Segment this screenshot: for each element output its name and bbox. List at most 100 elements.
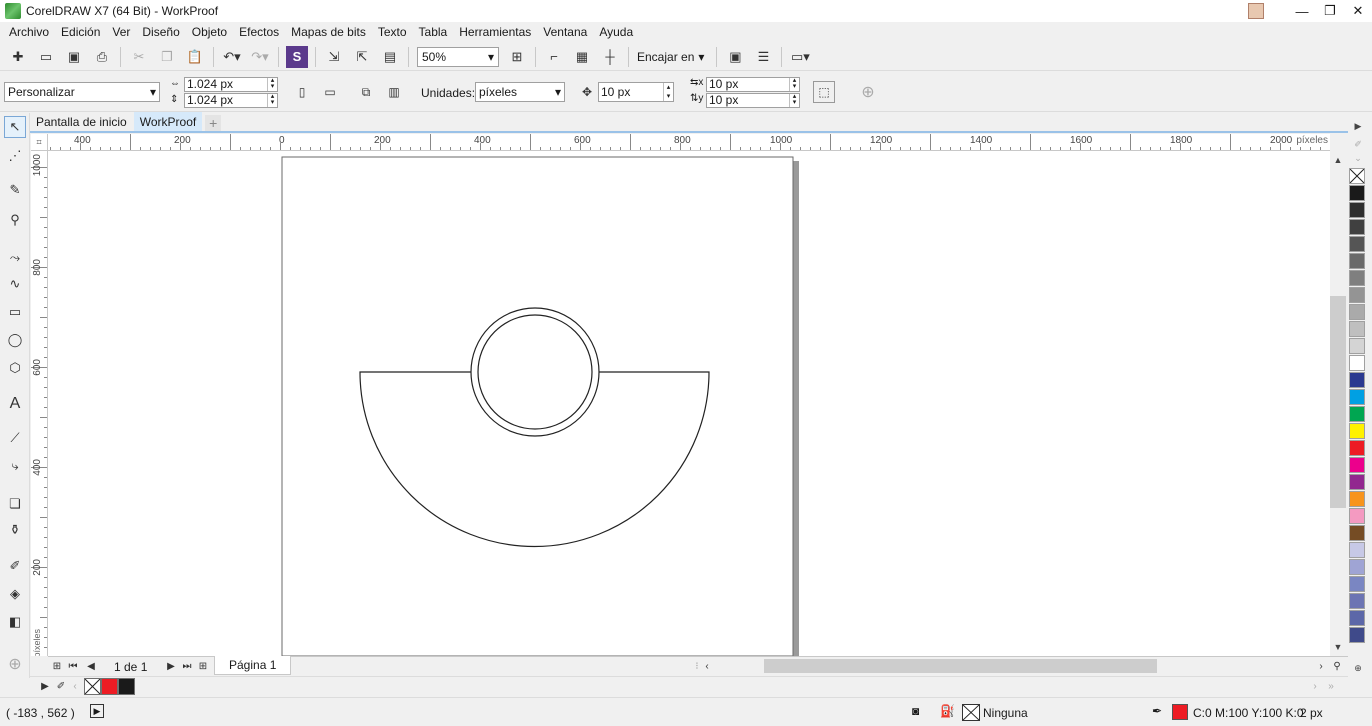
palette-scroll-up-icon[interactable]: ▶ [1350, 119, 1366, 133]
page-border-icon[interactable]: ⬚ [813, 81, 835, 103]
menu-edicion[interactable]: Edición [56, 25, 105, 39]
doc-palette-expand-icon[interactable]: » [1324, 679, 1338, 693]
all-pages-icon[interactable]: ⧉ [355, 81, 377, 103]
scroll-down-icon[interactable]: ▼ [1330, 640, 1346, 654]
close-button[interactable]: ✕ [1344, 0, 1372, 22]
paste-icon[interactable]: 📋 [184, 46, 206, 68]
shape-tool-icon[interactable]: ⋰ [4, 145, 26, 167]
palette-swatch[interactable] [1349, 202, 1365, 218]
tab-home[interactable]: Pantalla de inicio [30, 112, 133, 131]
freehand-tool-icon[interactable]: ⤳ [4, 247, 26, 269]
palette-swatch[interactable] [1349, 440, 1365, 456]
zoom-navigator-icon[interactable]: ⚲ [1330, 659, 1344, 673]
last-page-icon[interactable]: ⏭ [180, 659, 194, 673]
previous-page-icon[interactable]: ◀ [84, 659, 98, 673]
menu-mapas-de-bits[interactable]: Mapas de bits [286, 25, 371, 39]
menu-herramientas[interactable]: Herramientas [454, 25, 536, 39]
dimension-tool-icon[interactable]: ⟋ [4, 427, 26, 449]
palette-swatch[interactable] [1349, 355, 1365, 371]
palette-swatch[interactable] [1349, 219, 1365, 235]
search-content-icon[interactable]: S [286, 45, 308, 68]
vertical-ruler[interactable]: 1000 800 600 400 200 píxeles [31, 151, 48, 656]
nudge-distance-input[interactable]: 10 px ▴ ▾ [598, 82, 674, 102]
palette-swatch[interactable] [1349, 576, 1365, 592]
palette-scroll-down-icon[interactable]: ⊕ [1350, 661, 1366, 675]
palette-swatch[interactable] [1349, 372, 1365, 388]
page-width-input[interactable]: 1.024 px ▴ ▾ [184, 77, 278, 92]
doc-palette-menu-icon[interactable]: ▶ [38, 679, 52, 693]
doc-palette-scroll-right-icon[interactable]: › [1308, 679, 1322, 693]
add-page-after-icon[interactable]: ⊞ [196, 659, 210, 673]
save-icon[interactable]: ▣ [63, 46, 85, 68]
outline-pen-icon[interactable]: ✒ [1152, 704, 1162, 718]
page-tab-1[interactable]: Página 1 [214, 656, 292, 675]
menu-ayuda[interactable]: Ayuda [594, 25, 638, 39]
drawing-canvas[interactable] [48, 151, 1330, 656]
palette-swatch[interactable] [1349, 457, 1365, 473]
landscape-icon[interactable]: ▭ [319, 81, 341, 103]
fill-bucket-icon[interactable]: ⛽ [940, 704, 955, 718]
undo-icon[interactable]: ↶▾ [221, 46, 243, 68]
doc-palette-arrow-icon[interactable]: ‹ [68, 679, 82, 693]
palette-swatch[interactable] [1349, 287, 1365, 303]
menu-diseno[interactable]: Diseño [137, 25, 184, 39]
copy-icon[interactable]: ❐ [156, 46, 178, 68]
connector-tool-icon[interactable]: ⤷ [4, 455, 26, 477]
page-height-input[interactable]: 1.024 px ▴ ▾ [184, 93, 278, 108]
fill-none-swatch[interactable] [962, 704, 980, 721]
add-tab-button[interactable]: + [205, 115, 222, 131]
palette-swatch[interactable] [1349, 525, 1365, 541]
menu-objeto[interactable]: Objeto [187, 25, 232, 39]
vertical-scrollbar[interactable]: ▲ ▼ [1330, 151, 1348, 656]
doc-no-color-swatch[interactable] [84, 678, 101, 695]
menu-efectos[interactable]: Efectos [234, 25, 284, 39]
inner-circle-shape[interactable] [477, 314, 593, 430]
drop-shadow-icon[interactable]: ❏ [4, 493, 26, 515]
duplicate-y-input[interactable]: 10 px ▴ ▾ [706, 93, 800, 108]
doc-swatch-red[interactable] [101, 678, 118, 695]
units-combo[interactable]: píxeles ▾ [475, 82, 565, 102]
palette-swatch[interactable] [1349, 559, 1365, 575]
menu-archivo[interactable]: Archivo [4, 25, 54, 39]
palette-swatch[interactable] [1349, 423, 1365, 439]
show-grid-icon[interactable]: ▦ [571, 46, 593, 68]
eyedropper-tool-icon[interactable]: ✐ [4, 555, 26, 577]
show-rulers-icon[interactable]: ⌐ [543, 46, 565, 68]
doc-swatch-black[interactable] [118, 678, 135, 695]
palette-swatch[interactable] [1349, 491, 1365, 507]
zoom-tool-icon[interactable]: ⚲ [4, 209, 26, 231]
polygon-tool-icon[interactable]: ⬡ [4, 357, 26, 379]
portrait-icon[interactable]: ▯ [291, 81, 313, 103]
new-document-icon[interactable]: ✚ [7, 46, 29, 68]
add-icon[interactable]: ⊕ [857, 81, 879, 103]
menu-texto[interactable]: Texto [373, 25, 412, 39]
menu-ver[interactable]: Ver [107, 25, 135, 39]
status-arrow-icon[interactable]: ▶ [90, 704, 104, 718]
scroll-right-icon[interactable]: › [1314, 659, 1328, 673]
welcome-screen-icon[interactable]: ▣ [724, 46, 746, 68]
menu-tabla[interactable]: Tabla [414, 25, 453, 39]
palette-swatch[interactable] [1349, 270, 1365, 286]
palette-swatch[interactable] [1349, 338, 1365, 354]
palette-swatch[interactable] [1349, 304, 1365, 320]
palette-swatch[interactable] [1349, 474, 1365, 490]
publish-pdf-icon[interactable]: ▤ [379, 46, 401, 68]
palette-swatch[interactable] [1349, 321, 1365, 337]
palette-swatch[interactable] [1349, 406, 1365, 422]
snap-to-dropdown[interactable]: Encajar en [633, 50, 698, 64]
application-launcher-icon[interactable]: ▭▾ [789, 46, 811, 68]
pick-tool-icon[interactable]: ↖ [4, 116, 26, 138]
zoom-level-combo[interactable]: 50% ▾ [417, 46, 499, 67]
add-page-before-icon[interactable]: ⊞ [50, 659, 64, 673]
tab-workproof[interactable]: WorkProof [133, 112, 203, 131]
ellipse-tool-icon[interactable]: ◯ [4, 329, 26, 351]
palette-swatch[interactable] [1349, 627, 1365, 643]
transparency-tool-icon[interactable]: ⚱ [4, 519, 26, 541]
palette-swatch[interactable] [1349, 593, 1365, 609]
horizontal-ruler[interactable]: 400 200 0 200 400 600 800 1000 1200 1400… [48, 134, 1330, 151]
import-icon[interactable]: ⇲ [323, 46, 345, 68]
scroll-up-icon[interactable]: ▲ [1330, 153, 1346, 167]
maximize-button[interactable]: ❐ [1316, 0, 1344, 22]
artistic-media-icon[interactable]: ∿ [4, 273, 26, 295]
palette-swatch[interactable] [1349, 185, 1365, 201]
